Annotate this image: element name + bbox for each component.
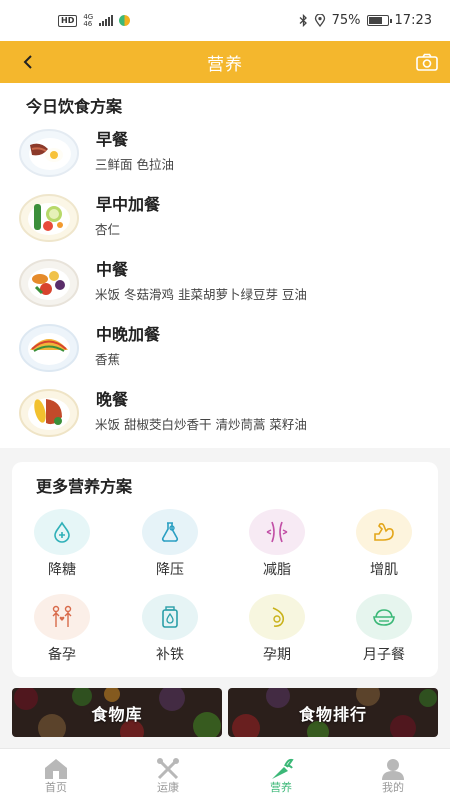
user-icon xyxy=(382,759,404,780)
carrot-icon xyxy=(272,758,294,779)
blood-pressure-flask-icon xyxy=(161,522,179,542)
afternoon-snack-plate-icon xyxy=(19,324,79,372)
breakfast-plate-icon xyxy=(19,129,79,177)
plan-lower-pressure-button[interactable]: 降压 xyxy=(120,509,220,587)
food-ranking-banner[interactable]: 食物排行 xyxy=(228,688,438,737)
lunch-plate-icon xyxy=(19,259,79,307)
battery-icon xyxy=(366,15,392,26)
hd-badge: HD xyxy=(58,14,78,27)
plan-pre-pregnancy-button[interactable]: 备孕 xyxy=(12,594,112,672)
plan-fat-loss-button[interactable]: 减脂 xyxy=(227,509,327,587)
camera-button[interactable] xyxy=(416,53,438,71)
back-button[interactable] xyxy=(18,51,38,73)
waist-slim-icon xyxy=(266,521,288,543)
status-right: 75% 17:23 xyxy=(299,13,432,28)
battery-percent: 75% xyxy=(331,13,361,28)
exercise-tools-icon xyxy=(157,758,179,780)
plan-label: 增肌 xyxy=(370,562,398,578)
food-library-label: 食物库 xyxy=(91,704,143,724)
plan-icon-bg xyxy=(249,509,305,555)
plan-icon-bg xyxy=(142,509,198,555)
meal-desc: 三鲜面 色拉油 xyxy=(95,157,174,172)
camera-icon xyxy=(416,53,438,71)
more-plans-title: 更多营养方案 xyxy=(36,477,133,496)
plan-icon-bg xyxy=(142,594,198,640)
meal-item-lunch[interactable]: 中餐 米饭 冬菇滑鸡 韭菜胡萝卜绿豆芽 豆油 xyxy=(0,253,450,315)
more-plans-card: 更多营养方案 降糖 降压 减脂 增肌 备孕 补铁 孕期 月子餐 xyxy=(12,462,438,677)
pregnancy-belly-icon xyxy=(272,607,285,627)
clock: 17:23 xyxy=(394,13,432,28)
nav-label: 运康 xyxy=(157,781,179,794)
meal-item-breakfast[interactable]: 早餐 三鲜面 色拉油 xyxy=(0,123,450,185)
plan-label: 降压 xyxy=(156,562,184,578)
meal-name: 晚餐 xyxy=(96,390,129,409)
meal-item-morning-snack[interactable]: 早中加餐 杏仁 xyxy=(0,188,450,250)
nav-label: 首页 xyxy=(45,781,67,794)
app-notification-icon xyxy=(119,15,131,26)
plan-muscle-gain-button[interactable]: 增肌 xyxy=(334,509,434,587)
network-type-bottom: 46 xyxy=(83,19,93,28)
iron-bottle-icon xyxy=(162,606,178,628)
food-ranking-label: 食物排行 xyxy=(298,704,367,724)
dinner-plate-icon xyxy=(19,389,79,437)
plan-label: 备孕 xyxy=(48,647,76,663)
plan-lower-sugar-button[interactable]: 降糖 xyxy=(12,509,112,587)
page-title: 营养 xyxy=(207,54,243,75)
nav-item-exercise[interactable]: 运康 xyxy=(112,749,224,800)
network-type: 4G 46 xyxy=(83,13,93,28)
plan-iron-supplement-button[interactable]: 补铁 xyxy=(120,594,220,672)
nav-item-nutrition[interactable]: 营养 xyxy=(225,749,337,800)
plan-pregnancy-button[interactable]: 孕期 xyxy=(227,594,327,672)
bluetooth-icon xyxy=(299,14,307,27)
nav-item-mine[interactable]: 我的 xyxy=(337,749,449,800)
snack-plate-icon xyxy=(19,194,79,242)
app-header: 营养 xyxy=(0,41,450,83)
plan-icon-bg xyxy=(249,594,305,640)
nav-item-home[interactable]: 首页 xyxy=(0,749,112,800)
nav-label: 营养 xyxy=(270,781,292,794)
plan-label: 降糖 xyxy=(48,562,76,578)
nav-label: 我的 xyxy=(382,781,404,794)
meal-desc: 米饭 冬菇滑鸡 韭菜胡萝卜绿豆芽 豆油 xyxy=(95,287,307,302)
meal-desc: 米饭 甜椒茭白炒香干 清炒茼蒿 菜籽油 xyxy=(95,417,307,432)
location-icon xyxy=(314,14,325,27)
flexed-arm-icon xyxy=(374,522,394,541)
plan-icon-bg xyxy=(34,594,90,640)
food-library-banner[interactable]: 食物库 xyxy=(12,688,222,737)
meal-item-afternoon-snack[interactable]: 中晚加餐 香蕉 xyxy=(0,318,450,380)
meal-desc: 杏仁 xyxy=(95,222,121,237)
signal-icon xyxy=(99,15,114,26)
chevron-left-icon xyxy=(23,55,32,69)
couple-heart-icon xyxy=(52,605,72,627)
meal-name: 早中加餐 xyxy=(96,195,161,214)
meal-name: 早餐 xyxy=(96,130,129,149)
meal-name: 中餐 xyxy=(96,260,129,279)
plan-icon-bg xyxy=(34,509,90,555)
meal-desc: 香蕉 xyxy=(95,352,121,367)
blood-sugar-drop-icon xyxy=(54,521,70,543)
food-bowl-icon xyxy=(373,609,395,626)
status-bar: HD 4G 46 75% 17:23 xyxy=(0,0,450,41)
meal-name: 中晚加餐 xyxy=(96,325,161,344)
bottom-nav: 首页 运康 营养 我的 xyxy=(0,748,450,800)
plan-label: 减脂 xyxy=(263,562,291,578)
plan-label: 补铁 xyxy=(156,647,184,663)
plan-label: 孕期 xyxy=(263,647,291,663)
plan-icon-bg xyxy=(356,509,412,555)
meal-item-dinner[interactable]: 晚餐 米饭 甜椒茭白炒香干 清炒茼蒿 菜籽油 xyxy=(0,383,450,445)
today-plan-section: 今日饮食方案 早餐 三鲜面 色拉油 早中加餐 杏仁 中餐 米饭 冬菇滑鸡 韭菜胡… xyxy=(0,83,450,448)
plan-label: 月子餐 xyxy=(363,647,405,663)
today-plan-title: 今日饮食方案 xyxy=(26,97,123,116)
status-left: HD 4G 46 xyxy=(58,13,131,28)
plan-postpartum-meal-button[interactable]: 月子餐 xyxy=(334,594,434,672)
plan-icon-bg xyxy=(356,594,412,640)
home-icon xyxy=(45,759,67,779)
